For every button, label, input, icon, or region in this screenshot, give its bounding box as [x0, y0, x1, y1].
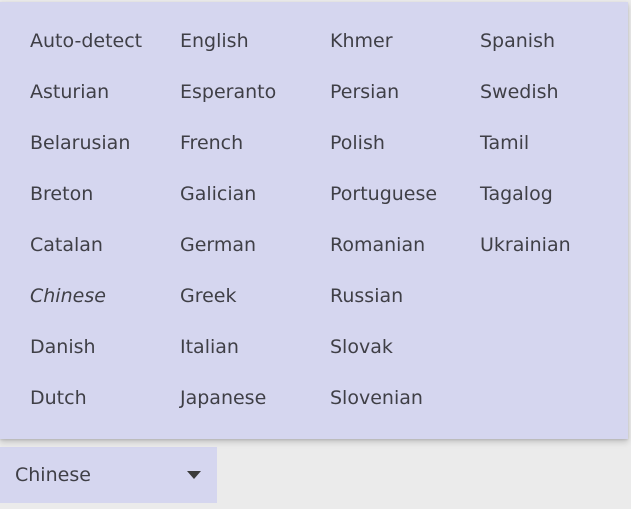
language-option-spanish[interactable]: Spanish	[480, 24, 555, 58]
language-option-dutch[interactable]: Dutch	[30, 381, 87, 415]
language-option-ukrainian[interactable]: Ukrainian	[480, 228, 571, 262]
language-option-belarusian[interactable]: Belarusian	[30, 126, 130, 160]
language-option-italian[interactable]: Italian	[180, 330, 239, 364]
language-option-breton[interactable]: Breton	[30, 177, 93, 211]
language-option-galician[interactable]: Galician	[180, 177, 256, 211]
language-option-japanese[interactable]: Japanese	[180, 381, 266, 415]
language-option-russian[interactable]: Russian	[330, 279, 403, 313]
language-select-value: Chinese	[15, 464, 91, 486]
language-option-tagalog[interactable]: Tagalog	[480, 177, 553, 211]
language-option-romanian[interactable]: Romanian	[330, 228, 425, 262]
language-option-french[interactable]: French	[180, 126, 243, 160]
language-option-polish[interactable]: Polish	[330, 126, 385, 160]
language-option-catalan[interactable]: Catalan	[30, 228, 103, 262]
language-option-khmer[interactable]: Khmer	[330, 24, 393, 58]
language-option-portuguese[interactable]: Portuguese	[330, 177, 437, 211]
language-option-persian[interactable]: Persian	[330, 75, 399, 109]
language-option-slovenian[interactable]: Slovenian	[330, 381, 423, 415]
chevron-down-icon[interactable]	[187, 471, 201, 479]
language-option-swedish[interactable]: Swedish	[480, 75, 559, 109]
language-option-chinese[interactable]: Chinese	[30, 279, 106, 313]
language-option-tamil[interactable]: Tamil	[480, 126, 529, 160]
language-option-auto-detect[interactable]: Auto-detect	[30, 24, 142, 58]
language-option-english[interactable]: English	[180, 24, 249, 58]
language-option-slovak[interactable]: Slovak	[330, 330, 393, 364]
language-option-greek[interactable]: Greek	[180, 279, 237, 313]
language-select[interactable]: Chinese	[0, 447, 217, 503]
language-dropdown-menu: Auto-detect Asturian Belarusian Breton Catal…	[0, 2, 628, 439]
language-option-asturian[interactable]: Asturian	[30, 75, 109, 109]
language-option-german[interactable]: German	[180, 228, 256, 262]
language-option-danish[interactable]: Danish	[30, 330, 96, 364]
language-option-esperanto[interactable]: Esperanto	[180, 75, 276, 109]
